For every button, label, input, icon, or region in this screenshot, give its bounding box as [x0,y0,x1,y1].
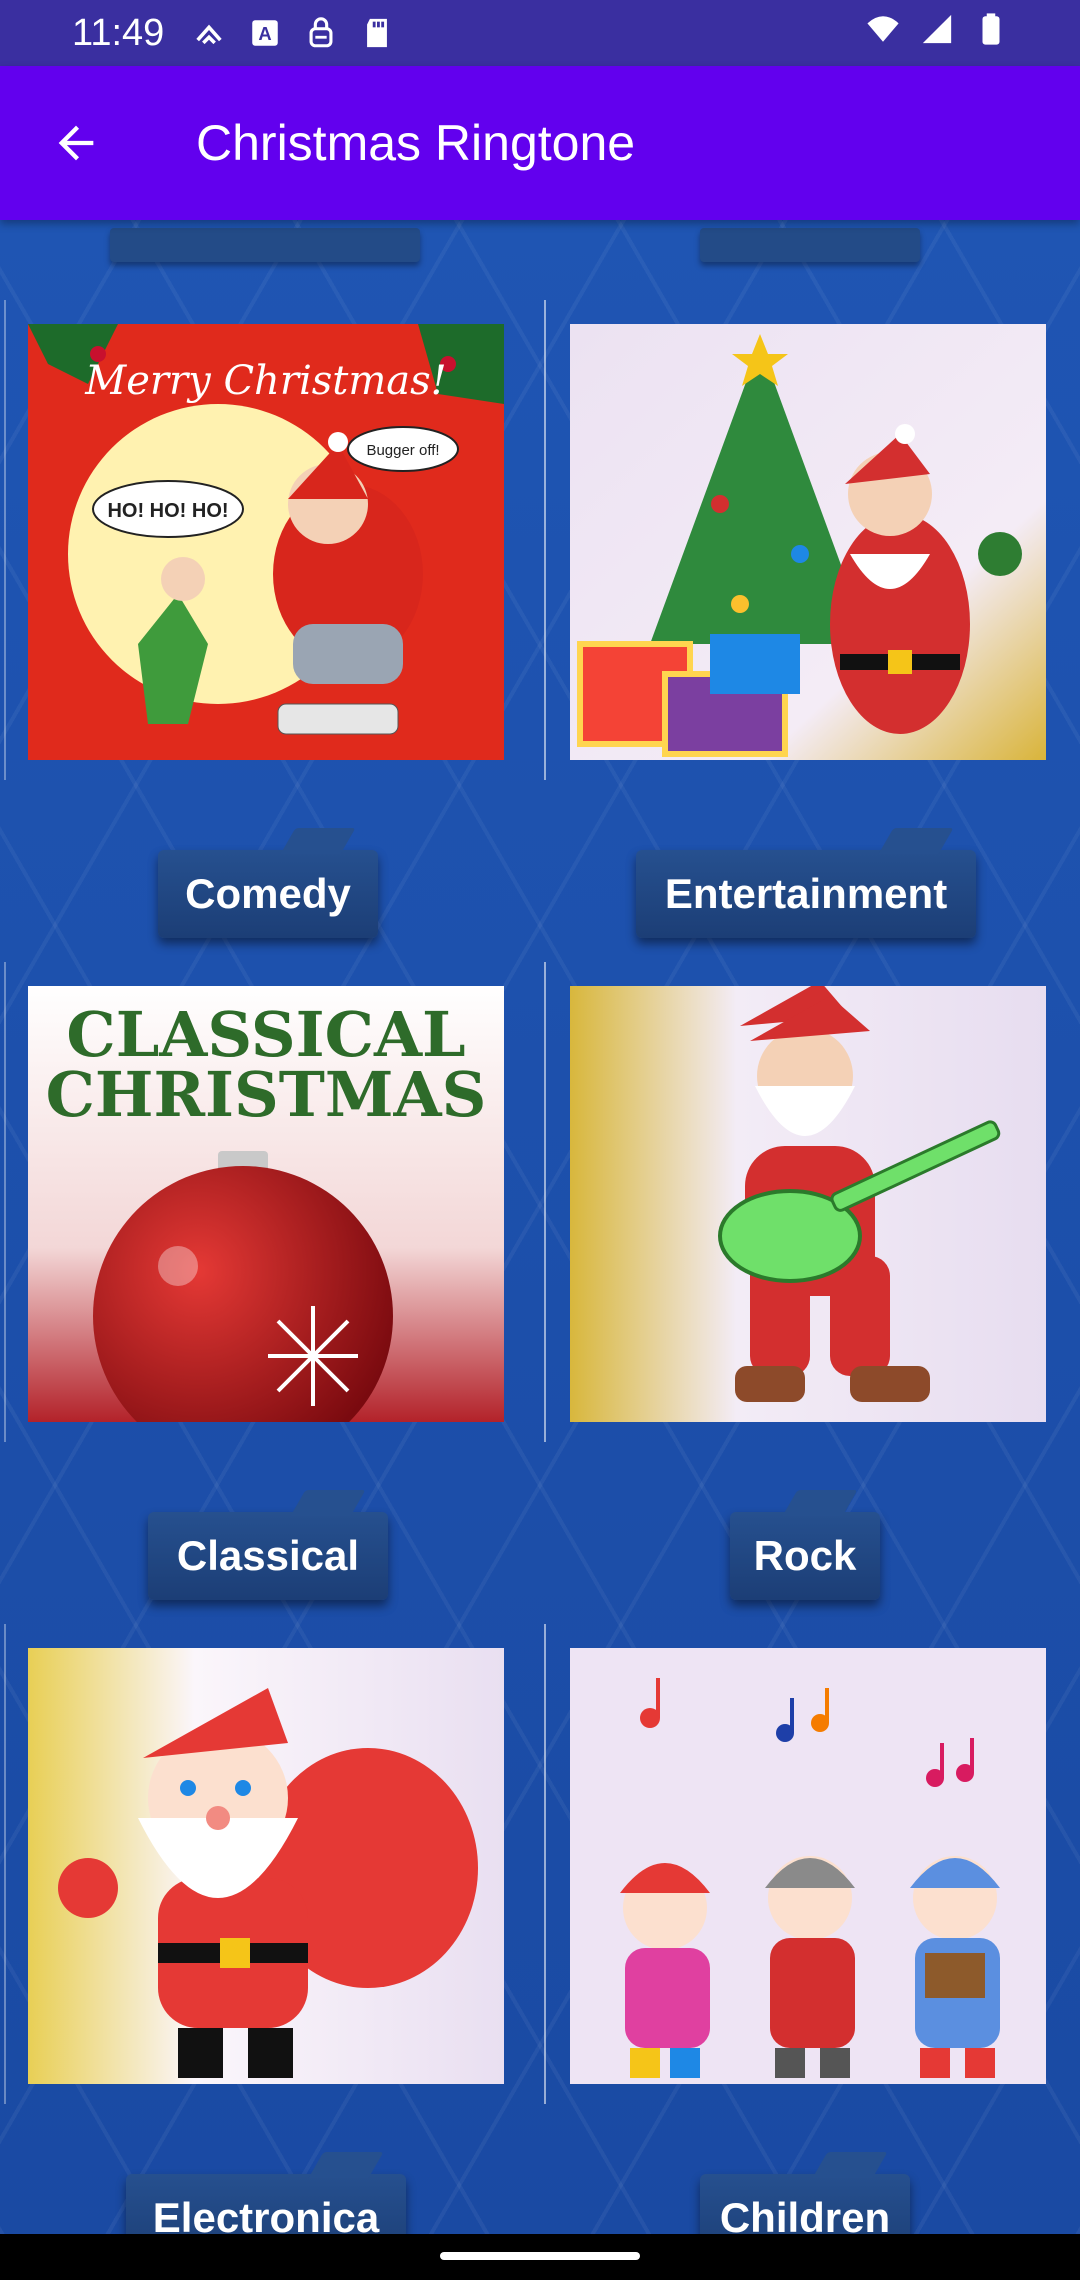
comedy-speech-right: Bugger off! [366,442,439,459]
category-grid-scroll[interactable]: Merry Christmas! HO! HO! HO! Bugger off! [0,220,1080,2234]
ribbon-stub-right [700,228,920,262]
electronica-thumbnail[interactable] [28,1648,504,2084]
gesture-handle[interactable] [440,2252,640,2260]
category-card-comedy[interactable]: Merry Christmas! HO! HO! HO! Bugger off! [0,300,540,962]
classical-image: CLASSICAL CHRISTMAS [28,986,504,1422]
category-card-electronica[interactable]: Electronica [0,1624,540,2234]
entertainment-thumbnail[interactable] [570,324,1046,760]
sd-card-icon [367,18,388,48]
comedy-thumbnail[interactable]: Merry Christmas! HO! HO! HO! Bugger off! [28,324,504,760]
category-label-comedy: Comedy [185,870,351,917]
ribbon-stub-left [110,228,420,262]
category-label-entertainment: Entertainment [664,870,948,917]
status-time: 11:49 [72,11,165,54]
vpn-icon [309,17,333,48]
a-icon: A [252,20,279,46]
category-label-children: Children [719,2194,891,2234]
system-nav-bar [0,2234,1080,2280]
category-card-children[interactable]: Children [540,1624,1080,2234]
classical-line2: CHRISTMAS [46,1058,487,1131]
svg-text:A: A [259,23,272,44]
category-label-plate[interactable]: Electronica [126,2174,406,2234]
comedy-image: Merry Christmas! HO! HO! HO! Bugger off! [28,324,504,760]
status-icons-left: A [192,16,394,50]
cast-icon [196,24,222,45]
category-label-electronica: Electronica [152,2194,380,2234]
rock-thumbnail[interactable] [570,986,1046,1422]
previous-row-remnant [0,220,1080,300]
category-card-rock[interactable]: Rock [540,962,1080,1624]
arrow-left-icon [58,125,94,161]
category-label-plate[interactable]: Children [700,2174,910,2234]
status-bar: 11:49 A [0,0,1080,66]
entertainment-image [570,324,1046,760]
comedy-speech-left: HO! HO! HO! [107,500,228,522]
category-label-plate[interactable]: Classical [148,1512,388,1600]
category-card-classical[interactable]: CLASSICAL CHRISTMAS Classical [0,962,540,1624]
app-bar: Christmas Ringtone [0,66,1080,220]
battery-icon [982,13,1000,45]
comedy-headline: Merry Christmas! [84,358,446,404]
electronica-image [28,1648,504,2084]
signal-icon [922,14,952,44]
page-title: Christmas Ringtone [196,115,636,171]
category-card-entertainment[interactable]: Entertainment [540,300,1080,962]
wifi-icon [867,16,899,42]
children-thumbnail[interactable] [570,1648,1046,2084]
rock-image [570,986,1046,1422]
category-label-rock: Rock [753,1532,857,1579]
category-label-plate[interactable]: Rock [730,1512,880,1600]
category-label-plate[interactable]: Comedy [158,850,378,938]
classical-thumbnail[interactable]: CLASSICAL CHRISTMAS [28,986,504,1422]
children-image [570,1648,1046,2084]
status-icons-right [866,12,1008,46]
back-button[interactable] [28,95,124,191]
category-label-plate[interactable]: Entertainment [636,850,976,938]
category-label-classical: Classical [176,1532,360,1579]
